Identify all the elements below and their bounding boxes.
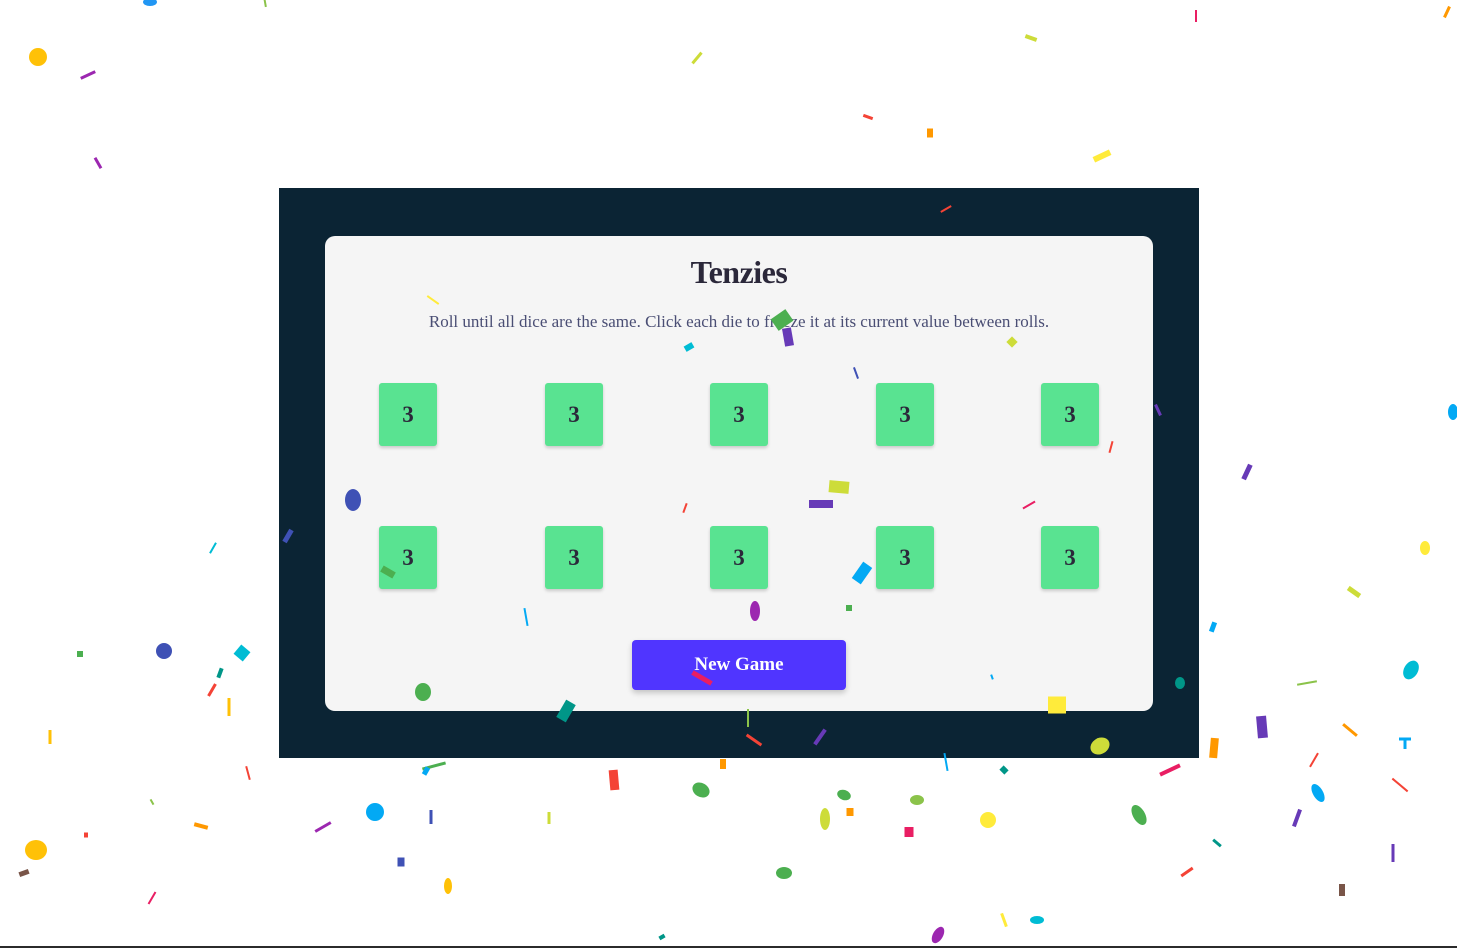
confetti-piece (931, 926, 945, 944)
confetti-piece (1209, 737, 1219, 759)
confetti-piece (608, 769, 620, 791)
confetti-piece (149, 798, 155, 806)
confetti-piece (1292, 808, 1302, 828)
confetti-piece (691, 51, 703, 65)
confetti-piece (421, 766, 431, 776)
confetti-piece (1391, 844, 1395, 862)
confetti-piece (846, 808, 854, 816)
confetti-piece (1296, 680, 1318, 686)
confetti-piece (1403, 739, 1407, 749)
confetti-piece (245, 765, 251, 781)
confetti-piece (1030, 916, 1044, 924)
confetti-piece (209, 542, 217, 554)
confetti-piece (1000, 912, 1008, 928)
confetti-piece (84, 832, 88, 838)
confetti-piece (147, 891, 157, 905)
confetti-piece (227, 698, 231, 716)
confetti-piece (193, 822, 209, 830)
confetti-piece (1339, 884, 1345, 896)
confetti-piece (820, 808, 830, 830)
confetti-piece (862, 113, 874, 121)
confetti-piece (980, 812, 996, 828)
confetti-piece (658, 933, 666, 941)
confetti-piece (77, 651, 83, 657)
confetti-piece (910, 795, 924, 805)
confetti-piece (156, 643, 172, 659)
die-10[interactable]: 3 (1041, 526, 1099, 589)
confetti-piece (837, 789, 851, 801)
confetti-piece (1241, 463, 1253, 481)
confetti-piece (216, 667, 224, 679)
confetti-piece (263, 0, 267, 8)
confetti-piece (1391, 777, 1409, 793)
dice-grid: 3 3 3 3 3 3 3 3 3 3 (379, 383, 1099, 589)
die-3[interactable]: 3 (710, 383, 768, 446)
confetti-piece (143, 0, 157, 6)
confetti-piece (93, 157, 103, 169)
die-4[interactable]: 3 (876, 383, 934, 446)
new-game-button[interactable]: New Game (632, 640, 846, 690)
confetti-piece (1131, 805, 1147, 825)
confetti-piece (1195, 10, 1197, 22)
die-8[interactable]: 3 (710, 526, 768, 589)
confetti-piece (314, 821, 332, 833)
confetti-piece (80, 70, 96, 80)
confetti-piece (927, 128, 933, 138)
confetti-piece (692, 782, 710, 798)
confetti-piece (429, 810, 433, 824)
game-card: Tenzies Roll until all dice are the same… (325, 236, 1153, 711)
confetti-piece (547, 812, 551, 824)
confetti-piece (776, 867, 792, 879)
app-frame: Tenzies Roll until all dice are the same… (279, 188, 1199, 758)
die-2[interactable]: 3 (545, 383, 603, 446)
confetti-piece (1208, 621, 1218, 633)
die-6[interactable]: 3 (379, 526, 437, 589)
confetti-piece (1024, 34, 1038, 42)
confetti-piece (29, 48, 47, 66)
confetti-piece (1342, 723, 1358, 737)
die-5[interactable]: 3 (1041, 383, 1099, 446)
confetti-piece (1180, 866, 1194, 878)
confetti-piece (1403, 660, 1419, 680)
confetti-piece (720, 759, 726, 769)
die-9[interactable]: 3 (876, 526, 934, 589)
confetti-piece (904, 827, 914, 837)
confetti-piece (1346, 585, 1362, 599)
confetti-piece (1309, 752, 1319, 768)
confetti-piece (1448, 404, 1457, 420)
confetti-piece (999, 765, 1009, 775)
confetti-piece (1443, 5, 1451, 19)
confetti-piece (397, 857, 405, 867)
die-7[interactable]: 3 (545, 526, 603, 589)
confetti-piece (48, 730, 52, 744)
instructions-text: Roll until all dice are the same. Click … (428, 312, 1050, 331)
confetti-piece (422, 761, 446, 771)
page-title: Tenzies (690, 254, 788, 290)
confetti-piece (1092, 149, 1112, 163)
confetti-piece (444, 878, 452, 894)
confetti-piece (1311, 783, 1325, 803)
confetti-piece (1212, 838, 1222, 848)
confetti-piece (1159, 763, 1181, 777)
confetti-piece (1420, 541, 1430, 555)
confetti-piece (1399, 737, 1411, 741)
confetti-piece (1256, 715, 1268, 739)
confetti-piece (233, 644, 251, 662)
confetti-piece (25, 840, 47, 860)
die-1[interactable]: 3 (379, 383, 437, 446)
confetti-piece (207, 683, 217, 697)
confetti-piece (18, 868, 30, 878)
confetti-piece (366, 803, 384, 821)
